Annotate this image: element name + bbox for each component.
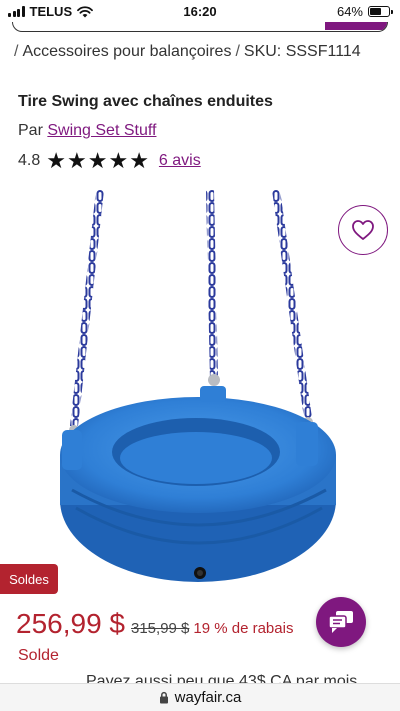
sku-label: SKU: SSSF1114 (243, 43, 361, 60)
chat-button[interactable] (316, 597, 366, 647)
byline-prefix: Par (18, 122, 43, 139)
battery-icon (368, 6, 393, 17)
product-title: Tire Swing avec chaînes enduites (18, 93, 273, 110)
product-image[interactable] (0, 190, 400, 590)
breadcrumb-category[interactable]: Accessoires pour balançoires (22, 43, 231, 60)
heart-icon (352, 220, 374, 240)
star-icon: ★ (129, 148, 149, 173)
reviews-link[interactable]: 6 avis (159, 152, 201, 170)
tire (60, 386, 336, 582)
current-price: 256,99 $ (16, 608, 125, 639)
lock-icon (159, 691, 168, 704)
breadcrumb-separator: / (14, 43, 19, 60)
star-icon: ★ (108, 148, 129, 173)
price-row: 256,99 $ 315,99 $ 19 % de rabais (16, 608, 293, 640)
brand-link[interactable]: Swing Set Stuff (47, 122, 156, 139)
original-price: 315,99 $ (131, 620, 190, 637)
byline: Par Swing Set Stuff (18, 122, 156, 140)
sale-label: Solde (18, 647, 59, 664)
star-icon: ★ (87, 148, 108, 173)
rating-value: 4.8 (18, 152, 41, 169)
status-bar: TELUS 16:20 64% (0, 0, 400, 24)
url-domain: wayfair.ca (174, 689, 242, 706)
battery-percent: 64% (336, 4, 363, 19)
sale-badge: Soldes (0, 564, 58, 594)
breadcrumb: / Accessoires pour balançoires / SKU: SSSF1… (10, 43, 361, 61)
breadcrumb-separator: / (235, 43, 240, 60)
chat-icon (328, 611, 353, 633)
battery-level (370, 8, 381, 15)
top-panel-edge (12, 22, 388, 32)
favorite-button[interactable] (338, 205, 388, 255)
rating-stars: ★ ★ ★ ★ ★ (46, 150, 149, 172)
discount-label: 19 % de rabais (193, 620, 294, 637)
rating-row: 4.8 ★ ★ ★ ★ ★ 6 avis (18, 150, 201, 172)
status-right: 64% (336, 4, 393, 19)
top-panel-accent (325, 22, 387, 30)
star-icon: ★ (66, 148, 87, 173)
star-icon: ★ (46, 148, 66, 173)
url-bar[interactable]: wayfair.ca (0, 683, 400, 711)
